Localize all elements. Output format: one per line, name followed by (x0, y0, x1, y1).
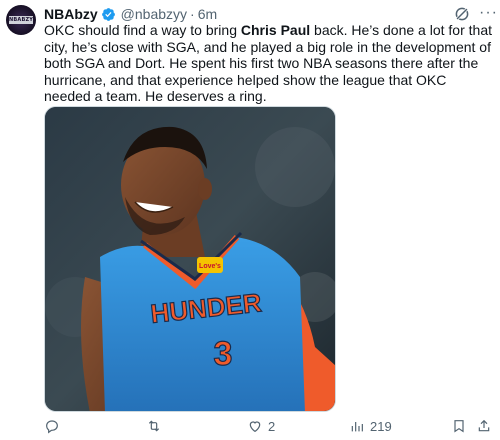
reply-button[interactable] (44, 418, 65, 434)
jersey-patch-text: Love's (199, 263, 221, 270)
like-count: 2 (268, 418, 276, 434)
avatar[interactable]: NBABZY (6, 5, 36, 35)
tweet-actions: 2 219 (0, 418, 500, 436)
views-count: 219 (370, 418, 392, 434)
verified-badge-icon (101, 7, 115, 21)
reply-icon (46, 420, 58, 434)
views-button[interactable]: 219 (349, 418, 392, 434)
tweet-text: OKC should find a way to bring Chris Pau… (44, 22, 494, 105)
retweet-icon (148, 420, 160, 432)
tweet-text-bold: Chris Paul (240, 22, 311, 38)
tweet-header: NBAbzy @nbabzyy · 6m (44, 6, 217, 22)
tweet-time[interactable]: 6m (198, 6, 217, 22)
share-icon (478, 419, 490, 432)
more-icon[interactable]: ··· (479, 4, 498, 22)
share-button[interactable] (476, 418, 492, 434)
views-icon (351, 422, 363, 432)
bookmark-button[interactable] (451, 418, 467, 434)
grok-icon[interactable] (453, 5, 471, 23)
author-handle[interactable]: @nbabzyy (121, 6, 187, 22)
heart-icon (249, 421, 261, 433)
header-separator: · (190, 6, 195, 22)
tweet-text-part: OKC should find a way to bring (44, 22, 241, 38)
like-button[interactable]: 2 (247, 418, 275, 434)
jersey-number: 3 (214, 335, 233, 373)
author-name[interactable]: NBAbzy (44, 6, 98, 22)
tweet[interactable]: NBABZY NBAbzy @nbabzyy · 6m ··· OKC shou… (0, 0, 500, 440)
avatar-logo: NBABZY (9, 16, 34, 24)
bookmark-icon (454, 420, 464, 433)
retweet-button[interactable] (146, 418, 167, 434)
photo-illustration: Love's HUNDER 3 (45, 107, 335, 411)
tweet-photo[interactable]: Love's HUNDER 3 (44, 106, 336, 412)
